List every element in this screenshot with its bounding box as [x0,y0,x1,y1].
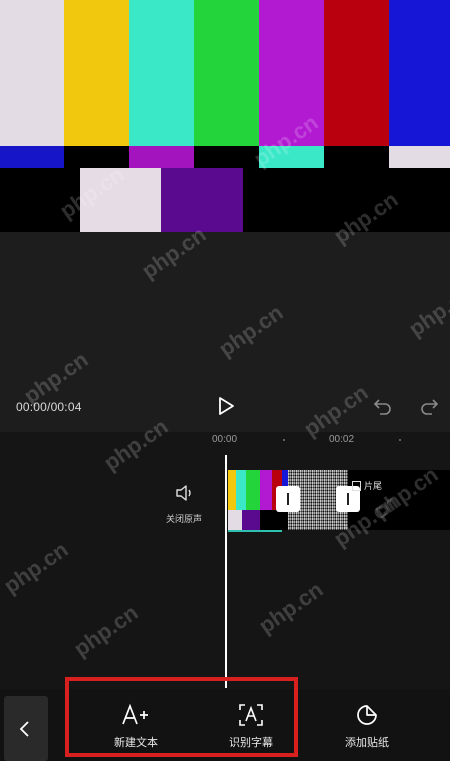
color-bar [129,0,194,146]
video-preview[interactable] [0,0,450,232]
undo-button[interactable] [372,396,394,416]
chevron-left-icon [19,721,29,737]
color-bar [389,0,450,146]
color-bar [80,168,161,232]
color-bar [324,0,389,146]
mute-original-audio-button[interactable] [160,483,208,508]
video-editor-screen: 00:00/00:04 00:00 00:02 关闭原声 片尾 新建文本 识别字… [0,0,450,761]
audio-track-indicator [228,530,282,532]
speaker-icon [176,485,191,501]
ruler-dot [399,439,401,441]
color-bar [259,0,324,146]
color-bar [0,146,64,168]
clip-trim-handle-left[interactable] [276,486,300,512]
ruler-tick-label: 00:00 [212,434,238,445]
ending-clip-icon [352,481,361,491]
clip-thumb [236,470,246,510]
play-button[interactable] [214,394,238,418]
ruler-tick-label: 00:02 [329,434,355,445]
color-bar [389,146,450,168]
highlight-box [65,677,298,757]
clip-thumb [228,470,236,510]
color-bar [194,0,259,146]
clip-thumb [228,510,242,530]
redo-button[interactable] [418,396,440,416]
mute-label: 关闭原声 [165,514,202,524]
play-icon [219,397,234,415]
add-sticker-label: 添加贴纸 [345,737,389,749]
clip-thumb [260,470,272,510]
color-bar [64,0,129,146]
timecode: 00:00/00:04 [16,400,82,414]
undo-icon [373,399,391,415]
redo-icon [421,399,439,415]
clip-thumb [242,510,260,530]
back-button[interactable] [4,696,48,761]
color-bar [129,146,194,168]
color-bar [161,168,243,232]
add-sticker-button[interactable]: 添加贴纸 [327,700,407,750]
ending-clip-label: 片尾 [364,481,383,491]
clip-thumb [246,470,260,510]
ruler-dot [283,439,285,441]
color-bar [0,0,64,146]
color-bar [259,146,324,168]
sticker-icon [327,700,407,730]
playhead[interactable] [225,455,227,688]
